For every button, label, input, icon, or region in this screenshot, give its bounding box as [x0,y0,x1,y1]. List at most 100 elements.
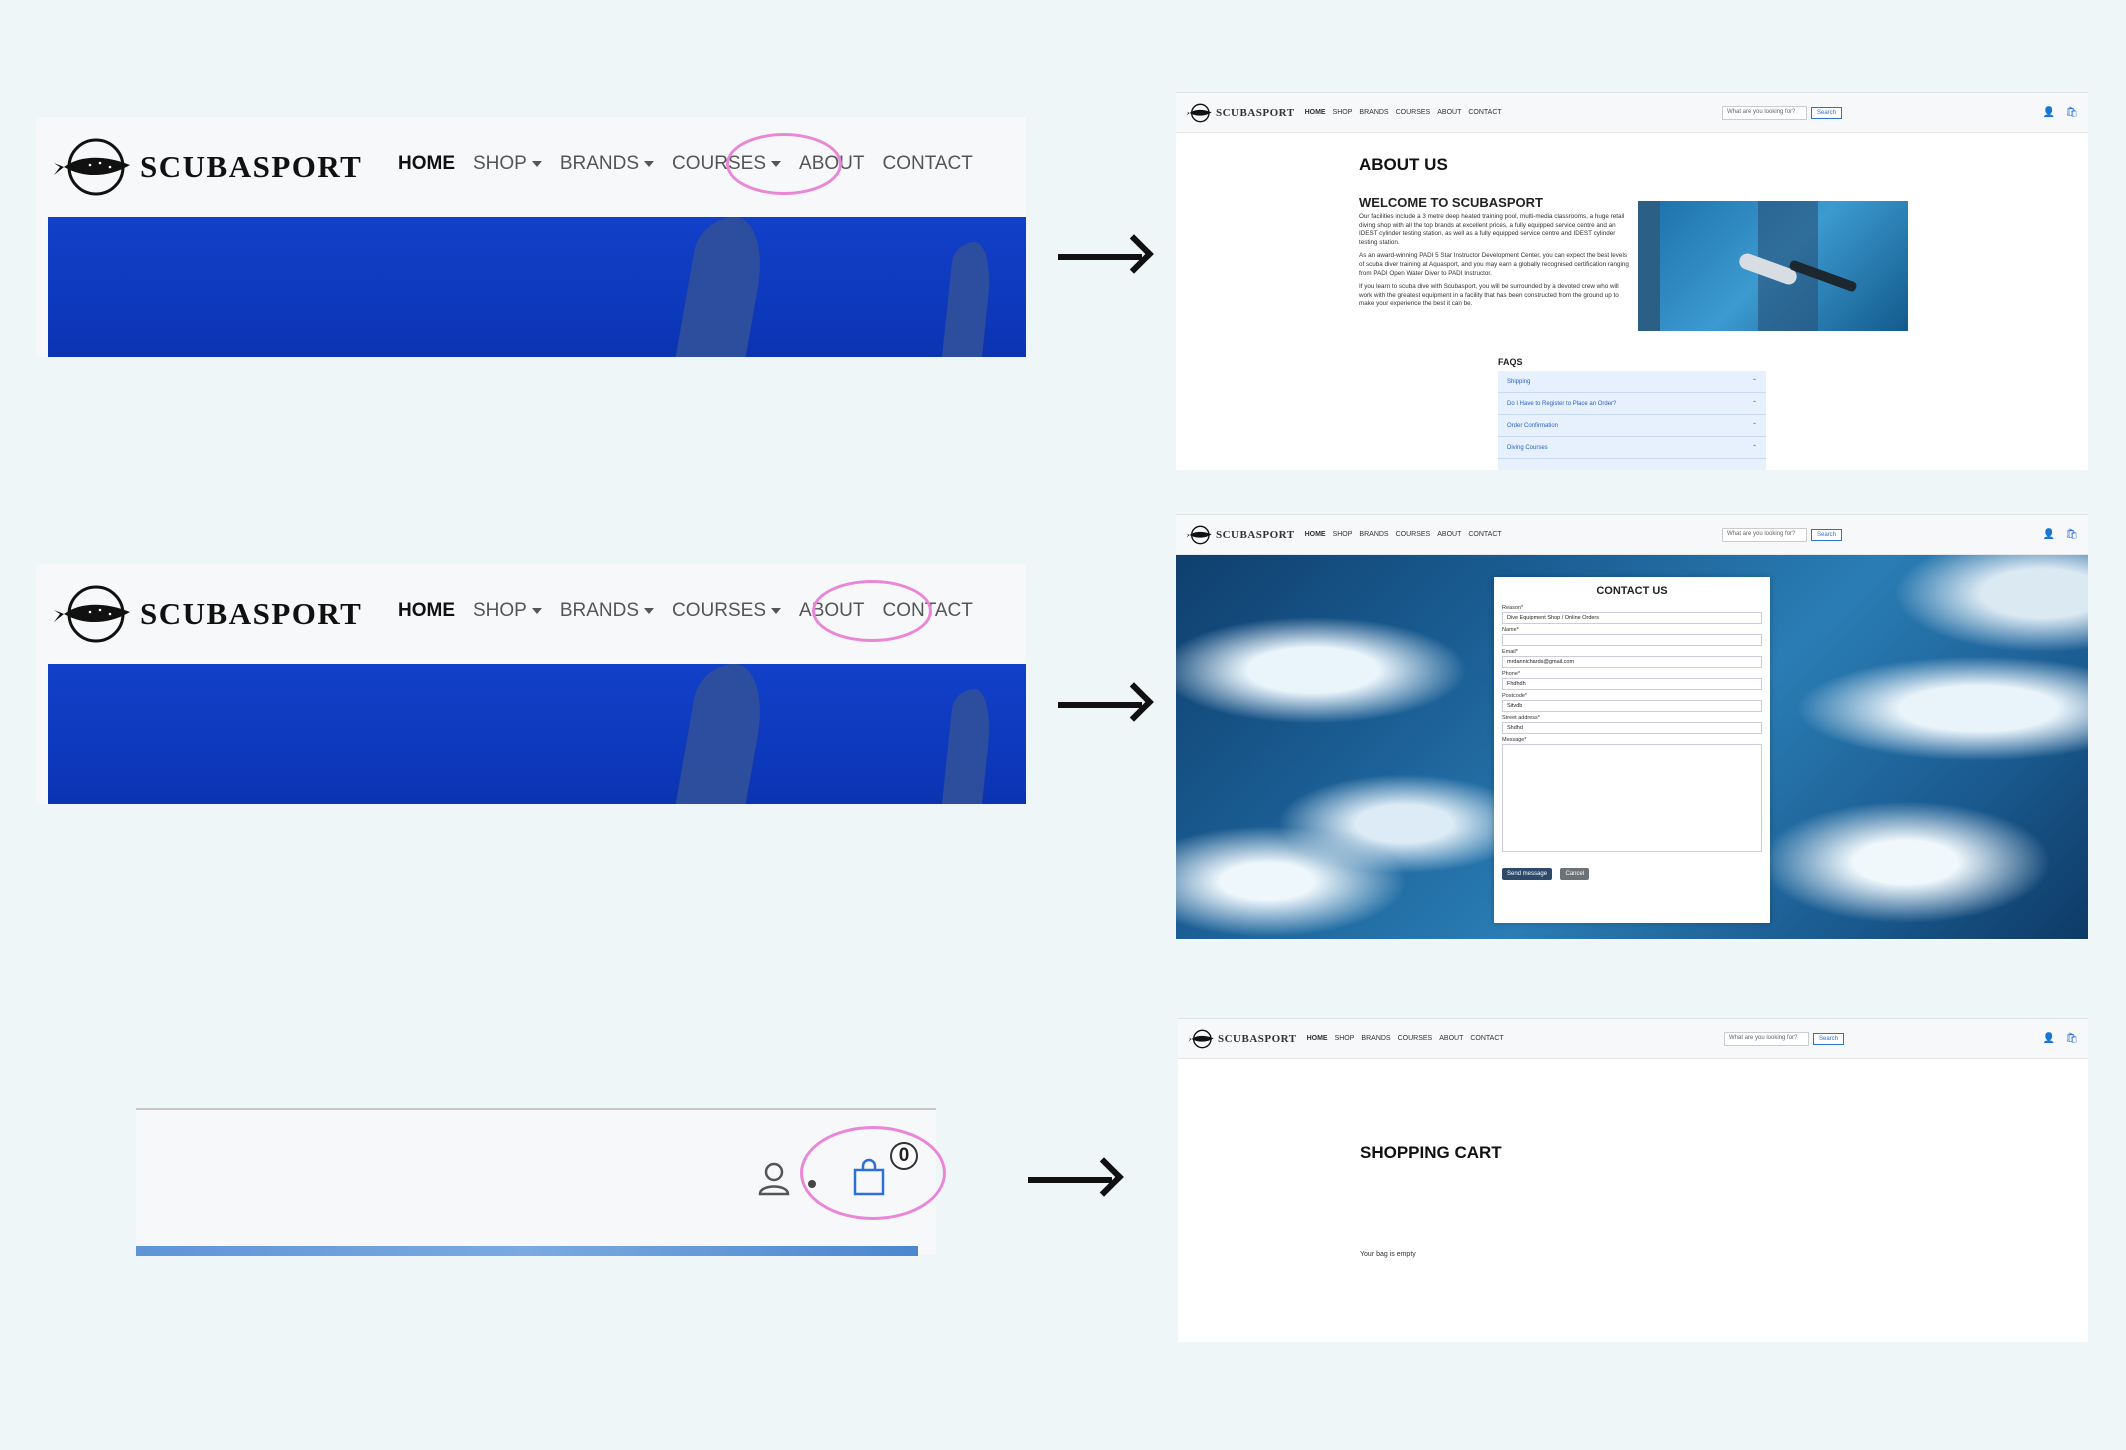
nav-shop[interactable]: SHOP [1333,109,1353,116]
whale-shark-icon [1186,525,1212,544]
arrow-icon [1028,1177,1112,1183]
highlight-circle [726,133,842,195]
nav-brands[interactable]: BRANDS [1359,531,1388,538]
whale-shark-icon [1188,1029,1214,1048]
nav-brands[interactable]: BRANDS [560,600,654,622]
form-field: Reason* Dive Equipment Shop / Online Ord… [1502,605,1762,624]
nav-about[interactable]: ABOUT [1439,1035,1463,1042]
mini-logo[interactable]: SCUBASPORT [1184,525,1295,545]
nav-courses[interactable]: COURSES [672,600,781,622]
brand-name: SCUBASPORT [140,149,363,184]
nav-shop[interactable]: SHOP [1333,531,1353,538]
whale-shark-icon [54,585,130,643]
faq-item[interactable] [1498,459,1766,470]
user-icon[interactable]: 👤 [2043,1033,2055,1044]
faq-item[interactable]: Order Confirmation ⌃ [1498,415,1766,437]
chevron-up-icon: ⌃ [1751,423,1757,429]
user-icon[interactable]: 👤 [2043,107,2055,118]
about-paragraph: Our facilities include a 3 metre deep he… [1359,213,1625,246]
field-label: Name* [1502,627,1519,633]
search-button[interactable]: Search [1811,107,1843,119]
dolphin-fin [941,242,995,357]
mini-menu: HOME SHOP BRANDS COURSES ABOUT CONTACT [1307,1035,1504,1042]
welcome-heading: WELCOME TO SCUBASPORT [1359,195,1543,210]
user-icon[interactable] [758,1162,790,1201]
about-page-screenshot: SCUBASPORT HOME SHOP BRANDS COURSES ABOU… [1176,92,2088,470]
page-title: ABOUT US [1359,155,1448,174]
mini-logo[interactable]: SCUBASPORT [1184,103,1295,123]
cancel-button[interactable]: Cancel [1560,868,1590,880]
nav-contact[interactable]: CONTACT [882,153,972,175]
brand-name: SCUBASPORT [140,596,363,631]
search-bar: What are you looking for? Search [1722,528,1843,542]
scubasport-logo[interactable]: SCUBASPORT [50,584,362,644]
search-input[interactable]: What are you looking for? [1722,106,1807,120]
send-message-button[interactable]: Send message [1502,868,1553,880]
search-button[interactable]: Search [1813,1033,1845,1045]
whale-shark-icon [1186,103,1212,122]
nav-shop[interactable]: SHOP [473,600,542,622]
nav-about[interactable]: ABOUT [1437,109,1461,116]
form-field: Street address* Shdhd [1502,715,1762,734]
field-label: Postcode* [1502,693,1528,699]
nav-home[interactable]: HOME [1305,109,1326,116]
faq-item[interactable]: Diving Courses ⌃ [1498,437,1766,459]
field-label: Street address* [1502,715,1540,721]
nav-brands[interactable]: BRANDS [560,153,654,175]
faqs-heading: FAQS [1498,357,1523,367]
dolphin-fin [675,664,771,804]
form-title: CONTACT US [1596,585,1668,597]
navbar-crop-cart: 0 [136,1108,946,1256]
nav-about[interactable]: ABOUT [1437,531,1461,538]
nav-shop-label: SHOP [473,153,527,174]
brand-name: SCUBASPORT [1216,106,1295,119]
shopping-bag-icon[interactable]: 🛍 [2065,1033,2078,1044]
about-paragraph: If you learn to scuba dive with Scubaspo… [1359,283,1619,308]
nav-courses[interactable]: COURSES [1396,109,1431,116]
nav-contact[interactable]: CONTACT [1468,109,1501,116]
message-textarea[interactable] [1502,744,1762,852]
user-icon[interactable]: 👤 [2043,529,2055,540]
about-paragraph: As an award-winning PADI 5 Star Instruct… [1359,252,1629,277]
search-button[interactable]: Search [1811,529,1843,541]
page-title: SHOPPING CART [1360,1143,1502,1162]
nav-home[interactable]: HOME [1307,1035,1328,1042]
nav-home[interactable]: HOME [398,600,455,622]
email-field[interactable]: mrdannichards@gmail.com [1502,656,1762,668]
brand-name: SCUBASPORT [1216,528,1295,541]
nav-courses[interactable]: COURSES [1398,1035,1433,1042]
account-cart-icons: 👤 🛍 [2043,1033,2078,1044]
phone-field[interactable]: Fhdhdh [1502,678,1762,690]
form-field: Postcode* Sitvdb [1502,693,1762,712]
nav-shop[interactable]: SHOP [1335,1035,1355,1042]
faq-accordion: Shipping ⌃ Do I Have to Register to Place… [1498,371,1766,470]
nav-courses[interactable]: COURSES [1396,531,1431,538]
field-label: Email* [1502,649,1518,655]
nav-home[interactable]: HOME [1305,531,1326,538]
shopping-bag-icon[interactable]: 🛍 [2065,529,2078,540]
cart-page-screenshot: SCUBASPORT HOME SHOP BRANDS COURSES ABOU… [1178,1018,2088,1342]
nav-brands[interactable]: BRANDS [1359,109,1388,116]
name-field[interactable] [1502,634,1762,646]
faq-item-label: Order Confirmation [1507,422,1559,429]
nav-contact[interactable]: CONTACT [1470,1035,1503,1042]
nav-brands[interactable]: BRANDS [1361,1035,1390,1042]
nav-shop[interactable]: SHOP [473,153,542,175]
empty-cart-message: Your bag is empty [1360,1251,1416,1258]
nav-home[interactable]: HOME [398,153,455,175]
faq-item[interactable]: Do I Have to Register to Place an Order?… [1498,393,1766,415]
reason-select[interactable]: Dive Equipment Shop / Online Orders [1502,612,1762,624]
chevron-up-icon: ⌃ [1751,379,1757,385]
search-input[interactable]: What are you looking for? [1722,528,1807,542]
hero-banner [48,664,1026,804]
field-label: Message* [1502,737,1527,743]
nav-contact[interactable]: CONTACT [1468,531,1501,538]
mini-logo[interactable]: SCUBASPORT [1186,1029,1297,1049]
postcode-field[interactable]: Sitvdb [1502,700,1762,712]
shopping-bag-icon[interactable]: 🛍 [2065,107,2078,118]
scubasport-logo[interactable]: SCUBASPORT [50,137,362,197]
faq-item[interactable]: Shipping ⌃ [1498,371,1766,393]
street-address-field[interactable]: Shdhd [1502,722,1762,734]
banner-strip [136,1246,918,1256]
search-input[interactable]: What are you looking for? [1724,1032,1809,1046]
